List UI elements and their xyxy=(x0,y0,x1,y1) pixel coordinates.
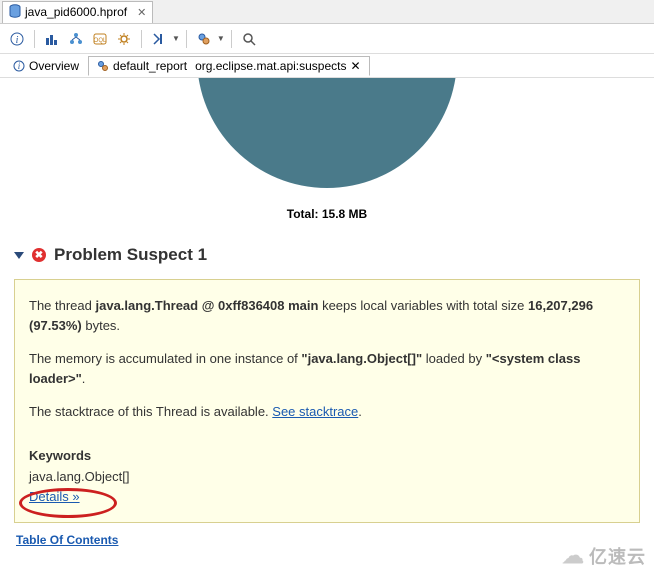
oql-icon[interactable]: OQL xyxy=(89,28,111,50)
svg-text:OQL: OQL xyxy=(94,38,107,44)
run-icon[interactable] xyxy=(148,28,170,50)
tab-overview[interactable]: i Overview xyxy=(4,56,88,76)
svg-text:i: i xyxy=(18,61,21,71)
chart-total-label: Total: 15.8 MB xyxy=(12,207,642,221)
tab-label: Overview xyxy=(29,59,79,73)
section-title: Problem Suspect 1 xyxy=(54,245,207,265)
histogram-icon[interactable] xyxy=(41,28,63,50)
close-icon[interactable]: ✕ xyxy=(350,59,360,73)
keywords-value: java.lang.Object[] xyxy=(29,467,625,487)
details-link[interactable]: Details » xyxy=(29,489,80,504)
toc-link[interactable]: Table Of Contents xyxy=(16,533,118,547)
editor-tab[interactable]: java_pid6000.hprof ✕ xyxy=(2,1,153,23)
query-icon[interactable] xyxy=(193,28,215,50)
suspect-description: The thread java.lang.Thread @ 0xff836408… xyxy=(14,279,640,523)
info-icon[interactable]: i xyxy=(6,28,28,50)
toolbar: i OQL ▼ ▼ xyxy=(0,24,654,54)
watermark: ☁ 亿速云 xyxy=(562,543,646,569)
pie-chart: Total: 15.8 MB xyxy=(12,78,642,227)
collapse-icon[interactable] xyxy=(14,252,24,259)
svg-text:i: i xyxy=(16,35,19,46)
tab-suspects[interactable]: default_report org.eclipse.mat.api:suspe… xyxy=(88,56,370,76)
tab-label-right: org.eclipse.mat.api:suspects xyxy=(195,59,346,73)
search-icon[interactable] xyxy=(238,28,260,50)
tree-icon[interactable] xyxy=(65,28,87,50)
keywords-label: Keywords xyxy=(29,446,625,466)
close-icon[interactable]: ✕ xyxy=(137,6,146,19)
gear-icon[interactable] xyxy=(113,28,135,50)
error-icon: ✖ xyxy=(32,248,46,262)
dropdown-arrow-icon[interactable]: ▼ xyxy=(172,34,180,43)
cloud-icon: ☁ xyxy=(562,543,585,569)
stacktrace-link[interactable]: See stacktrace xyxy=(272,404,358,419)
tab-label-left: default_report xyxy=(113,59,187,73)
editor-tab-label: java_pid6000.hprof xyxy=(25,5,127,19)
dropdown-arrow-icon[interactable]: ▼ xyxy=(217,34,225,43)
database-icon xyxy=(9,4,21,21)
